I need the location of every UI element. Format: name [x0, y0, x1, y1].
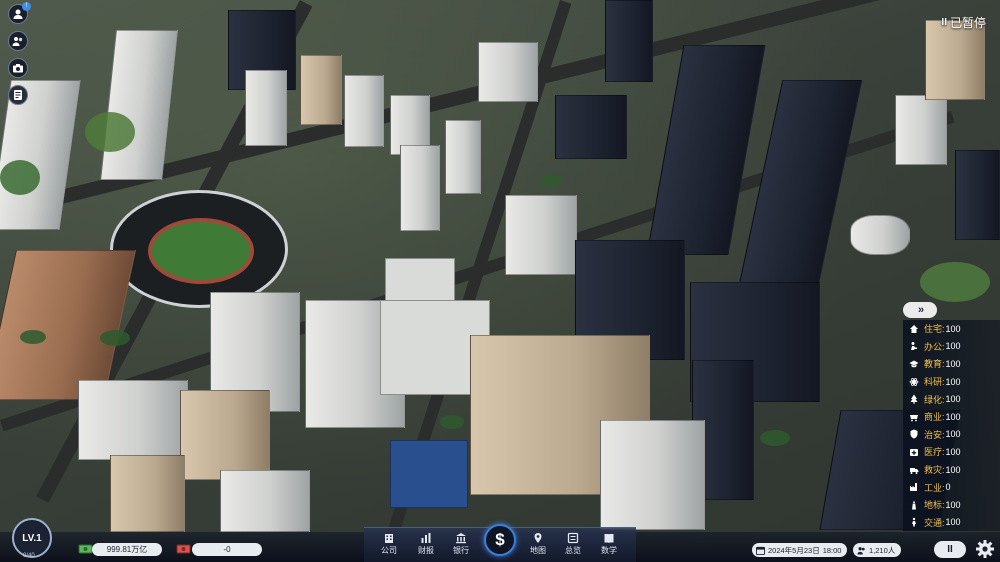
population-label: 1,210人 [869, 545, 895, 556]
collapse-stats-button[interactable]: » [903, 302, 937, 318]
paused-indicator: II 已暂停 [941, 14, 986, 31]
level-badge[interactable]: LV.1 [12, 518, 52, 558]
debt-icon [176, 541, 192, 557]
gear-icon[interactable] [975, 539, 995, 559]
camera-icon [12, 62, 24, 74]
date-time-display: 2024年5月23日 18:00 [752, 543, 847, 557]
stat-research: 科研:100 [903, 373, 1000, 391]
population-icon [857, 546, 866, 555]
company-icon [383, 532, 395, 544]
nav-math[interactable]: 数学 [594, 532, 624, 556]
nav-overview[interactable]: 总览 [558, 532, 588, 556]
nav-company[interactable]: 公司 [374, 532, 404, 556]
nav-map[interactable]: 地图 [523, 532, 553, 556]
pause-icon: II [947, 544, 953, 555]
notes-button[interactable] [8, 85, 28, 105]
stat-rescue: 救灾:100 [903, 461, 1000, 479]
research-icon [909, 377, 919, 387]
finance-button[interactable]: $ [484, 524, 516, 556]
level-label: LV.1 [22, 533, 41, 544]
people-button[interactable] [8, 31, 28, 51]
bank-icon [455, 532, 467, 544]
time-label: 18:00 [823, 546, 842, 555]
date-label: 2024年5月23日 [768, 545, 820, 556]
double-chevron-right-icon: » [918, 304, 922, 316]
pause-button[interactable]: II [934, 541, 966, 558]
stat-industry: 工业:0 [903, 478, 1000, 496]
traffic-icon [909, 517, 919, 527]
dollar-icon: $ [495, 530, 504, 550]
security-icon [909, 429, 919, 439]
stat-greenery: 绿化:100 [903, 390, 1000, 408]
stat-medical: 医疗:100 [903, 443, 1000, 461]
nav-bank[interactable]: 银行 [446, 532, 476, 556]
resource-display: -0 [192, 543, 262, 556]
map-pin-icon [532, 532, 544, 544]
office-icon [909, 341, 919, 351]
calendar-icon [756, 546, 765, 555]
money-display: 999.81万亿 [92, 543, 162, 556]
camera-button[interactable] [8, 58, 28, 78]
medical-icon [909, 447, 919, 457]
commerce-icon [909, 412, 919, 422]
paused-label: 已暂停 [950, 14, 986, 31]
education-icon [909, 359, 919, 369]
people-icon [12, 35, 24, 47]
notification-badge: ! [22, 2, 31, 11]
house-icon [909, 324, 919, 334]
overview-icon [567, 532, 579, 544]
avatar-icon [12, 8, 24, 20]
stat-security: 治安:100 [903, 426, 1000, 444]
population-display: 1,210人 [853, 543, 901, 557]
stat-office: 办公:100 [903, 338, 1000, 356]
level-progress: 0/40 [23, 553, 35, 559]
stat-landmark: 地标:100 [903, 496, 1000, 514]
greenery-icon [909, 394, 919, 404]
stat-traffic: 交通:100 [903, 514, 1000, 532]
book-icon [603, 532, 615, 544]
avatar-button[interactable]: ! [8, 4, 28, 24]
city-stats-panel: » 住宅:100 办公:100 教育:100 科研:100 绿化:100 商业:… [903, 302, 1000, 531]
stat-commerce: 商业:100 [903, 408, 1000, 426]
landmark-icon [909, 500, 919, 510]
report-icon [420, 532, 432, 544]
rescue-icon [909, 465, 919, 475]
notes-icon [12, 89, 24, 101]
pause-icon: II [941, 17, 947, 28]
stat-education: 教育:100 [903, 355, 1000, 373]
nav-report[interactable]: 财报 [411, 532, 441, 556]
city-view[interactable] [0, 0, 1000, 562]
industry-icon [909, 482, 919, 492]
stat-residential: 住宅:100 [903, 320, 1000, 338]
